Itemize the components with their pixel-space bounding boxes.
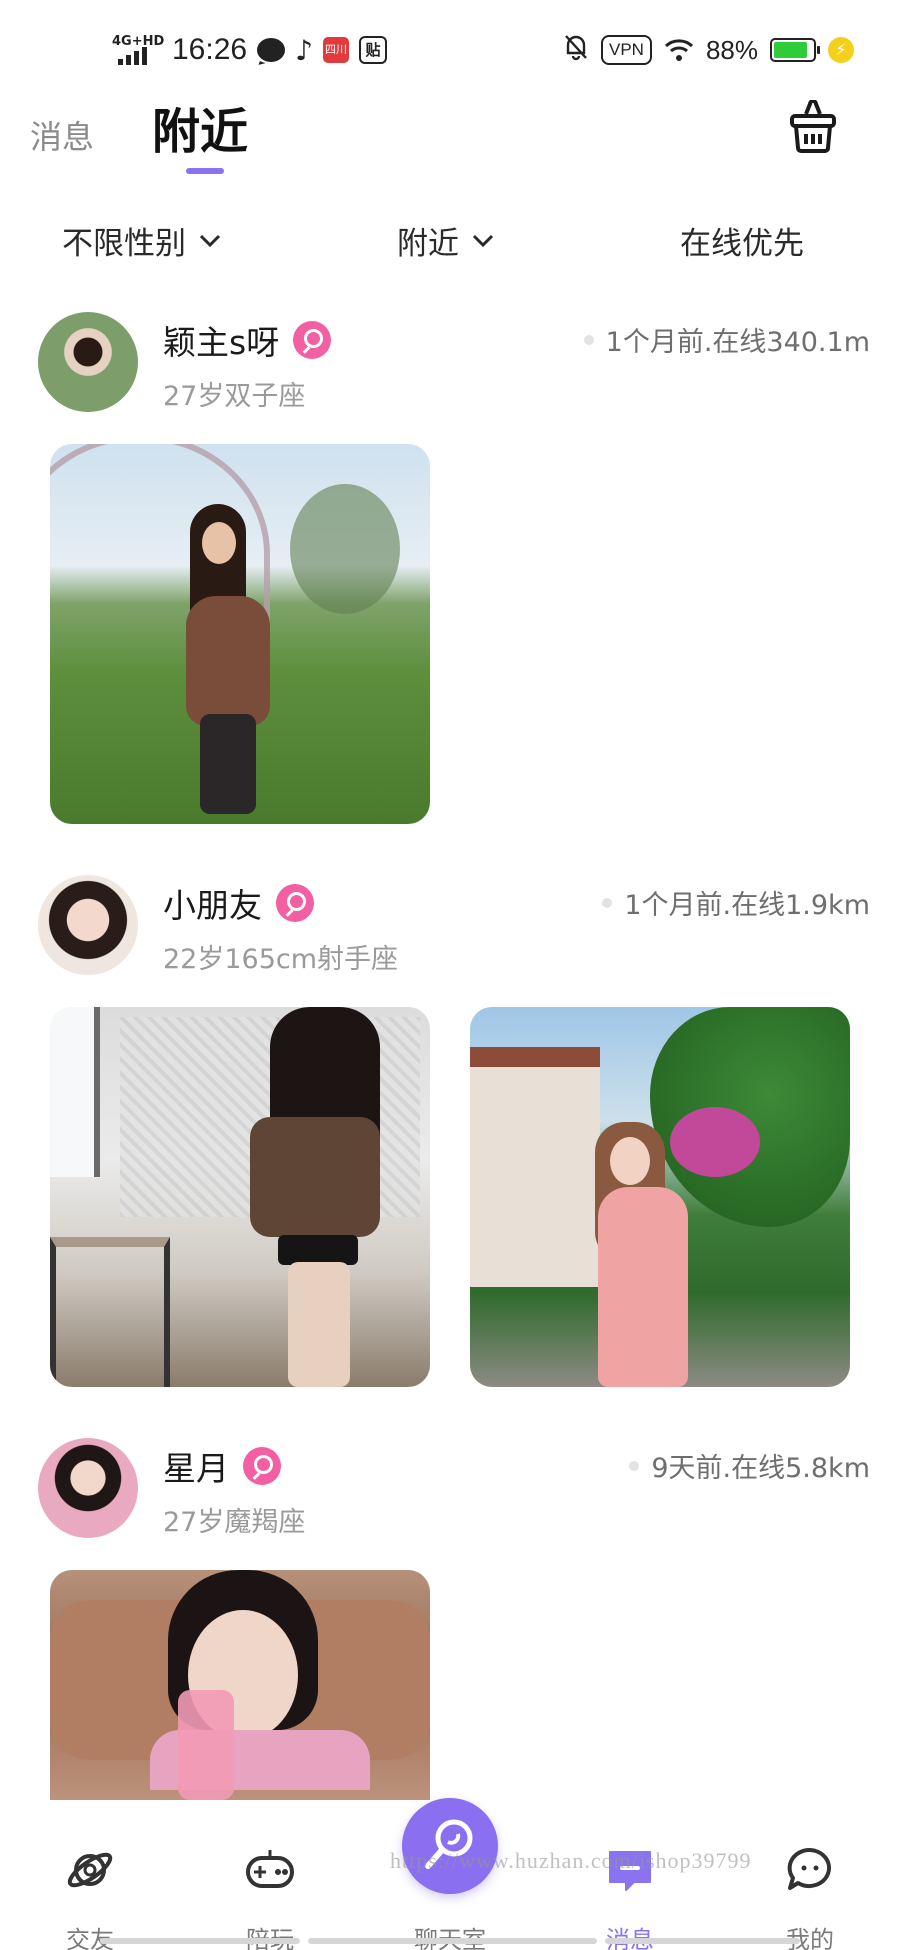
battery-icon (770, 38, 820, 62)
status-dot-icon (583, 334, 594, 345)
nav-play-label: 陪玩 (210, 1920, 330, 1950)
nav-mine[interactable]: 我的 (750, 1844, 870, 1950)
battery-percent: 88% (705, 34, 758, 65)
user-photo[interactable] (470, 1007, 850, 1387)
user-card[interactable]: 颖主s呀 27岁双子座 1个月前.在线340.1m (0, 306, 900, 866)
online-status-text: 1个月前.在线340.1m (605, 327, 870, 358)
gesture-bar (100, 1938, 800, 1944)
user-name-row: 小朋友 (163, 879, 314, 927)
online-status: 1个月前.在线1.9km (602, 883, 870, 922)
status-dot-icon (602, 897, 613, 908)
photo-grid (50, 1007, 850, 1387)
user-name-row: 颖主s呀 (163, 316, 332, 364)
nav-friends[interactable]: 交友 (30, 1844, 150, 1950)
nav-play[interactable]: 陪玩 (210, 1844, 330, 1950)
user-name: 小朋友 (163, 886, 262, 925)
online-status-text: 9天前.在线5.8km (651, 1453, 870, 1484)
active-tab-indicator (186, 168, 224, 174)
user-meta: 27岁魔羯座 (163, 1507, 306, 1538)
nav-mine-label: 我的 (786, 1926, 834, 1950)
tiktok-icon: ♪ (295, 33, 313, 67)
tab-messages[interactable]: 消息 (30, 112, 94, 158)
distance-filter-label: 附近 (397, 226, 459, 262)
female-icon (293, 321, 332, 359)
status-dot-icon (629, 1460, 640, 1471)
user-card[interactable]: 小朋友 22岁165cm射手座 1个月前.在线1.9km (0, 869, 900, 1429)
news-app-icon: 四川 (322, 37, 349, 63)
mute-bell-icon (563, 33, 589, 67)
chevron-down-icon (472, 234, 494, 247)
tab-nearby[interactable]: 附近 (152, 92, 248, 162)
chat-notification-icon (257, 38, 286, 62)
user-name: 星月 (163, 1449, 229, 1488)
online-priority-label: 在线优先 (680, 226, 804, 262)
nav-friends-label: 交友 (66, 1926, 114, 1950)
avatar[interactable] (38, 875, 138, 975)
avatar[interactable] (38, 1438, 138, 1538)
basket-icon[interactable] (788, 99, 838, 154)
female-icon (243, 1447, 281, 1485)
microphone-icon (402, 1798, 498, 1894)
gender-filter-label: 不限性别 (62, 226, 186, 262)
user-meta: 22岁165cm射手座 (163, 944, 399, 975)
chevron-down-icon (199, 234, 221, 247)
watermark: https://www.huzhan.com/ishop39799 (390, 1848, 752, 1873)
vpn-badge: VPN (600, 35, 652, 65)
gamepad-icon (244, 1844, 296, 1896)
cellular-signal-icon: 4G+HD (112, 35, 164, 65)
wifi-icon (664, 37, 694, 63)
status-bar: 4G+HD 16:26 ♪ 四川 贴 VPN 88% ⚡ (0, 0, 900, 100)
user-name-row: 星月 (163, 1442, 281, 1490)
photo-grid (50, 444, 430, 824)
bottom-nav: 交友 陪玩 聊天室 消息 我的 (0, 1798, 900, 1950)
user-photo[interactable] (50, 1007, 430, 1387)
user-photo[interactable] (50, 444, 430, 824)
online-priority-filter[interactable]: 在线优先 (680, 218, 804, 263)
status-right: VPN 88% ⚡ (563, 30, 854, 70)
charging-icon: ⚡ (828, 37, 854, 63)
status-left: 4G+HD 16:26 ♪ 四川 贴 (112, 30, 387, 70)
user-card[interactable]: 星月 27岁魔羯座 9天前.在线5.8km (0, 1432, 900, 1840)
gender-filter[interactable]: 不限性别 (62, 218, 222, 263)
online-status-text: 1个月前.在线1.9km (624, 890, 870, 921)
tieba-icon: 贴 (358, 36, 387, 64)
user-name: 颖主s呀 (163, 323, 280, 362)
online-status: 9天前.在线5.8km (629, 1446, 870, 1485)
user-meta: 27岁双子座 (163, 381, 306, 412)
nav-messages-label: 消息 (570, 1920, 690, 1950)
distance-filter[interactable]: 附近 (397, 218, 495, 263)
profile-bubble-icon (784, 1844, 836, 1896)
female-icon (276, 884, 314, 922)
nav-chatroom-label: 聊天室 (390, 1920, 510, 1950)
online-status: 1个月前.在线340.1m (583, 320, 870, 359)
clock: 16:26 (172, 33, 248, 66)
planet-icon (64, 1844, 116, 1896)
avatar[interactable] (38, 312, 138, 412)
